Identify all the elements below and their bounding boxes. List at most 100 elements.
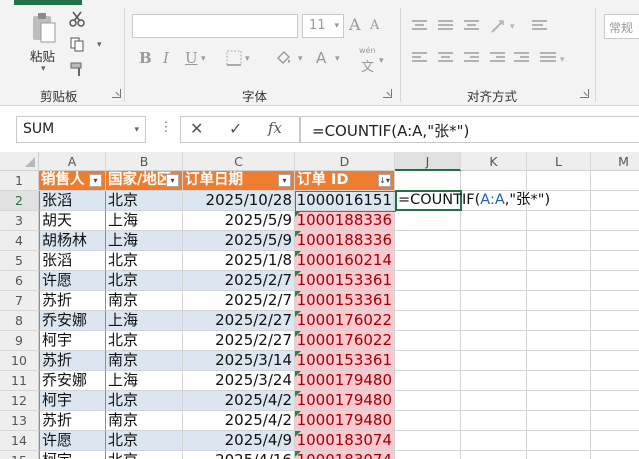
cell-d12[interactable]: 1000179480 — [295, 391, 395, 411]
cell-m5[interactable] — [591, 251, 639, 271]
align-bottom-icon[interactable] — [464, 20, 479, 32]
paste-dropdown-icon[interactable]: ▾ — [41, 64, 46, 74]
cell-c3[interactable]: 2025/5/9 — [183, 211, 295, 231]
column-header-b[interactable]: B — [106, 152, 183, 171]
row-header-12[interactable]: 12 — [0, 391, 39, 411]
cell-m10[interactable] — [591, 351, 639, 371]
border-dropdown-icon[interactable]: ▾ — [245, 54, 250, 64]
cell-j8[interactable] — [395, 311, 461, 331]
wrap-text-icon[interactable] — [532, 20, 547, 32]
phonetic-dropdown-icon[interactable]: ▾ — [379, 56, 384, 66]
cell-j9[interactable] — [395, 331, 461, 351]
cell-d10[interactable]: 1000153361 — [295, 351, 395, 371]
cell-k9[interactable] — [461, 331, 527, 351]
cell-l11[interactable] — [527, 371, 591, 391]
row-header-13[interactable]: 13 — [0, 411, 39, 431]
cell-b10[interactable]: 南京 — [106, 351, 183, 371]
cell-c10[interactable]: 2025/3/14 — [183, 351, 295, 371]
cell-a7[interactable]: 苏折 — [39, 291, 106, 311]
cell-m2[interactable] — [591, 191, 639, 211]
cell-b15[interactable]: 北京 — [106, 451, 183, 459]
format-painter-icon[interactable] — [70, 62, 86, 77]
cell-l3[interactable] — [527, 211, 591, 231]
cell-b2[interactable]: 北京 — [106, 191, 183, 211]
cell-d8[interactable]: 1000176022 — [295, 311, 395, 331]
cell-k6[interactable] — [461, 271, 527, 291]
cell-a14[interactable]: 许愿 — [39, 431, 106, 451]
cell-m3[interactable] — [591, 211, 639, 231]
insert-function-icon[interactable]: fx — [268, 119, 282, 137]
decrease-font-size-button[interactable]: A — [370, 18, 379, 33]
name-box[interactable]: SUM ▾ — [16, 116, 146, 143]
cell-j5[interactable] — [395, 251, 461, 271]
cell-m11[interactable] — [591, 371, 639, 391]
row-header-15[interactable]: 15 — [0, 451, 39, 459]
cell-j7[interactable] — [395, 291, 461, 311]
align-center-icon[interactable] — [438, 52, 453, 64]
cell-l7[interactable] — [527, 291, 591, 311]
cell-b7[interactable]: 南京 — [106, 291, 183, 311]
enter-icon[interactable]: ✓ — [229, 119, 242, 138]
cell-a11[interactable]: 乔安娜 — [39, 371, 106, 391]
column-header-k[interactable]: K — [461, 152, 527, 171]
align-left-icon[interactable] — [412, 52, 427, 64]
cell-j3[interactable] — [395, 211, 461, 231]
paste-button-label[interactable]: 粘贴 — [30, 46, 55, 65]
cell-c14[interactable]: 2025/4/9 — [183, 431, 295, 451]
cell-b3[interactable]: 上海 — [106, 211, 183, 231]
cell-d7[interactable]: 1000153361 — [295, 291, 395, 311]
cell-k11[interactable] — [461, 371, 527, 391]
align-top-icon[interactable] — [412, 20, 427, 32]
cell-k5[interactable] — [461, 251, 527, 271]
cell-b13[interactable]: 南京 — [106, 411, 183, 431]
cell-d13[interactable]: 1000179480 — [295, 411, 395, 431]
table-header-cell[interactable]: 销售人 ▾ — [39, 171, 106, 191]
copy-dropdown-icon[interactable]: ▾ — [97, 40, 102, 50]
clipboard-dialog-launcher-icon[interactable] — [112, 89, 121, 98]
cell-c2[interactable]: 2025/10/28 — [183, 191, 295, 211]
cell-m14[interactable] — [591, 431, 639, 451]
row-header-2[interactable]: 2 — [0, 191, 39, 211]
cell-l13[interactable] — [527, 411, 591, 431]
cancel-icon[interactable]: ✕ — [190, 119, 203, 138]
cell-j2-editor[interactable]: =COUNTIF(A:A,"张*") — [395, 190, 550, 211]
cell-j13[interactable] — [395, 411, 461, 431]
cell-d14[interactable]: 1000183074 — [295, 431, 395, 451]
cell-k10[interactable] — [461, 351, 527, 371]
cell-d5[interactable]: 1000160214 — [295, 251, 395, 271]
more-icon[interactable]: ··· — [157, 120, 173, 133]
align-right-icon[interactable] — [464, 52, 479, 64]
column-header-c[interactable]: C — [183, 152, 295, 171]
row-header-10[interactable]: 10 — [0, 351, 39, 371]
cell-l9[interactable] — [527, 331, 591, 351]
cell-c7[interactable]: 2025/2/7 — [183, 291, 295, 311]
cell-a3[interactable]: 胡天 — [39, 211, 106, 231]
row-header-9[interactable]: 9 — [0, 331, 39, 351]
cell-m15[interactable] — [591, 451, 639, 459]
cell-d4[interactable]: 1000188336 — [295, 231, 395, 251]
font-size-select[interactable]: 11 ▾ — [302, 14, 344, 38]
cell-b4[interactable]: 上海 — [106, 231, 183, 251]
cell-c13[interactable]: 2025/4/2 — [183, 411, 295, 431]
cell-c12[interactable]: 2025/4/2 — [183, 391, 295, 411]
increase-font-size-button[interactable]: A — [349, 15, 361, 34]
italic-button[interactable]: I — [163, 49, 169, 67]
cell-b5[interactable]: 北京 — [106, 251, 183, 271]
cell-d2[interactable]: 1000016151 — [295, 191, 395, 211]
cell-c11[interactable]: 2025/3/24 — [183, 371, 295, 391]
cell-b14[interactable]: 北京 — [106, 431, 183, 451]
table-header-cell[interactable]: 国家/地区 ▾ — [106, 171, 183, 191]
cell-j6[interactable] — [395, 271, 461, 291]
merge-dropdown-icon[interactable]: ▾ — [560, 55, 565, 65]
cell-c5[interactable]: 2025/1/8 — [183, 251, 295, 271]
fill-color-dropdown-icon[interactable]: ▾ — [298, 54, 303, 64]
alignment-dialog-launcher-icon[interactable] — [580, 89, 589, 98]
border-icon[interactable] — [226, 50, 242, 66]
orientation-dropdown-icon[interactable]: ▾ — [510, 22, 515, 32]
phonetic-guide-pinyin[interactable]: wén — [359, 46, 376, 55]
column-header-d[interactable]: D — [295, 152, 395, 171]
cell-l12[interactable] — [527, 391, 591, 411]
cell-c4[interactable]: 2025/5/9 — [183, 231, 295, 251]
row-header-5[interactable]: 5 — [0, 251, 39, 271]
cell-k4[interactable] — [461, 231, 527, 251]
